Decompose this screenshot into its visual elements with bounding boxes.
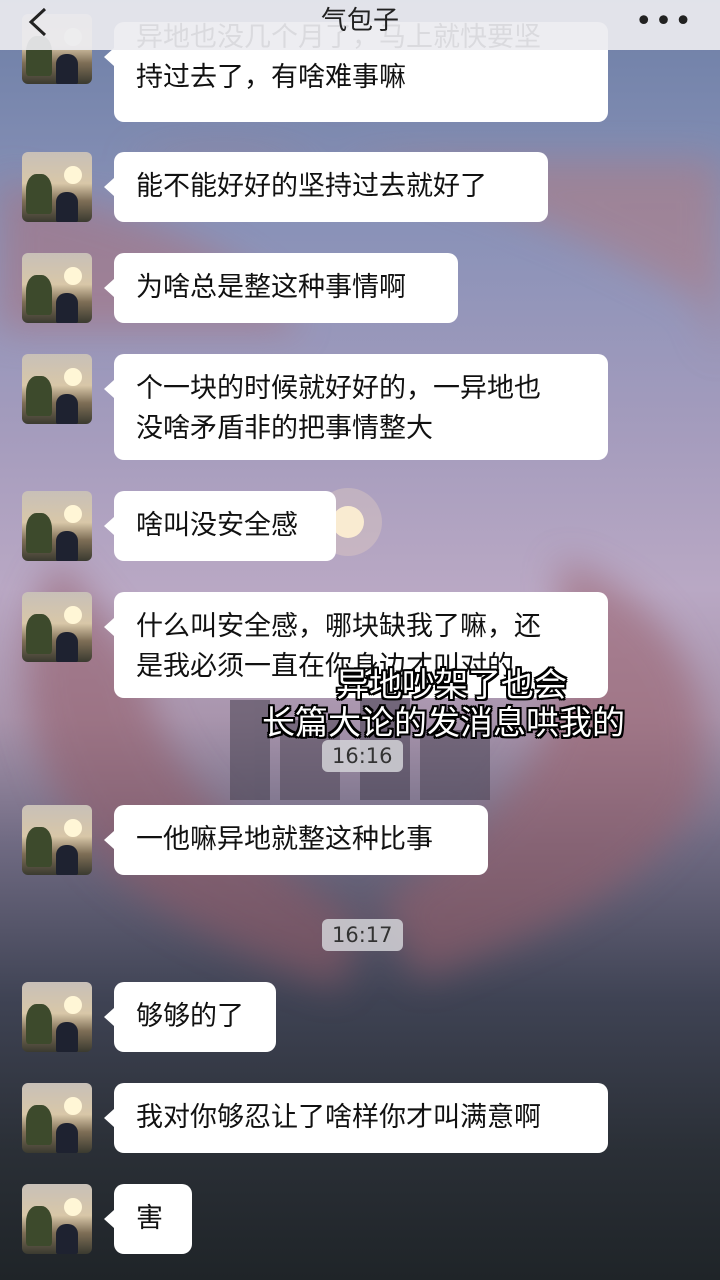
- video-caption-line-1: 异地吵架了也会: [336, 665, 567, 704]
- message-text: 能不能好好的坚持过去就好了: [136, 171, 487, 202]
- message-text: 为啥总是整这种事情啊: [136, 272, 406, 303]
- message-bubble[interactable]: 害: [104, 1184, 192, 1254]
- message-text: 没啥矛盾非的把事情整大: [136, 413, 433, 444]
- message-text: 害: [136, 1203, 163, 1234]
- avatar[interactable]: [22, 152, 92, 222]
- message-bubble[interactable]: 够够的了: [104, 982, 276, 1052]
- message-text: 个一块的时候就好好的，一异地也: [136, 373, 541, 404]
- message-bubble[interactable]: 我对你够忍让了啥样你才叫满意啊: [104, 1083, 608, 1153]
- chevron-left-icon: [28, 7, 47, 37]
- avatar[interactable]: [22, 1083, 92, 1153]
- avatar[interactable]: [22, 592, 92, 662]
- chat-title: 气包子: [320, 5, 399, 36]
- message-bubble[interactable]: 啥叫没安全感: [104, 491, 336, 561]
- avatar[interactable]: [22, 354, 92, 424]
- avatar[interactable]: [22, 805, 92, 875]
- video-caption-line-2: 长篇大论的发消息哄我的: [262, 703, 625, 742]
- timestamp: 16:16: [322, 740, 403, 772]
- message-text: 持过去了，有啥难事嘛: [136, 62, 406, 93]
- chat-header: 气包子 •••: [0, 0, 720, 50]
- message-bubble[interactable]: 一他嘛异地就整这种比事: [104, 805, 488, 875]
- message-text: 我对你够忍让了啥样你才叫满意啊: [136, 1102, 541, 1133]
- message-text: 一他嘛异地就整这种比事: [136, 824, 433, 855]
- message-text: 什么叫安全感，哪块缺我了嘛，还: [136, 611, 541, 642]
- message-bubble[interactable]: 个一块的时候就好好的，一异地也 没啥矛盾非的把事情整大: [104, 354, 608, 460]
- avatar[interactable]: [22, 253, 92, 323]
- avatar[interactable]: [22, 491, 92, 561]
- message-text: 够够的了: [136, 1001, 244, 1032]
- timestamp: 16:17: [322, 919, 403, 951]
- message-text: 啥叫没安全感: [136, 510, 298, 541]
- more-button[interactable]: •••: [635, 4, 694, 39]
- message-bubble[interactable]: 能不能好好的坚持过去就好了: [104, 152, 548, 222]
- avatar[interactable]: [22, 1184, 92, 1254]
- avatar[interactable]: [22, 982, 92, 1052]
- message-bubble[interactable]: 为啥总是整这种事情啊: [104, 253, 458, 323]
- back-button[interactable]: [22, 6, 54, 38]
